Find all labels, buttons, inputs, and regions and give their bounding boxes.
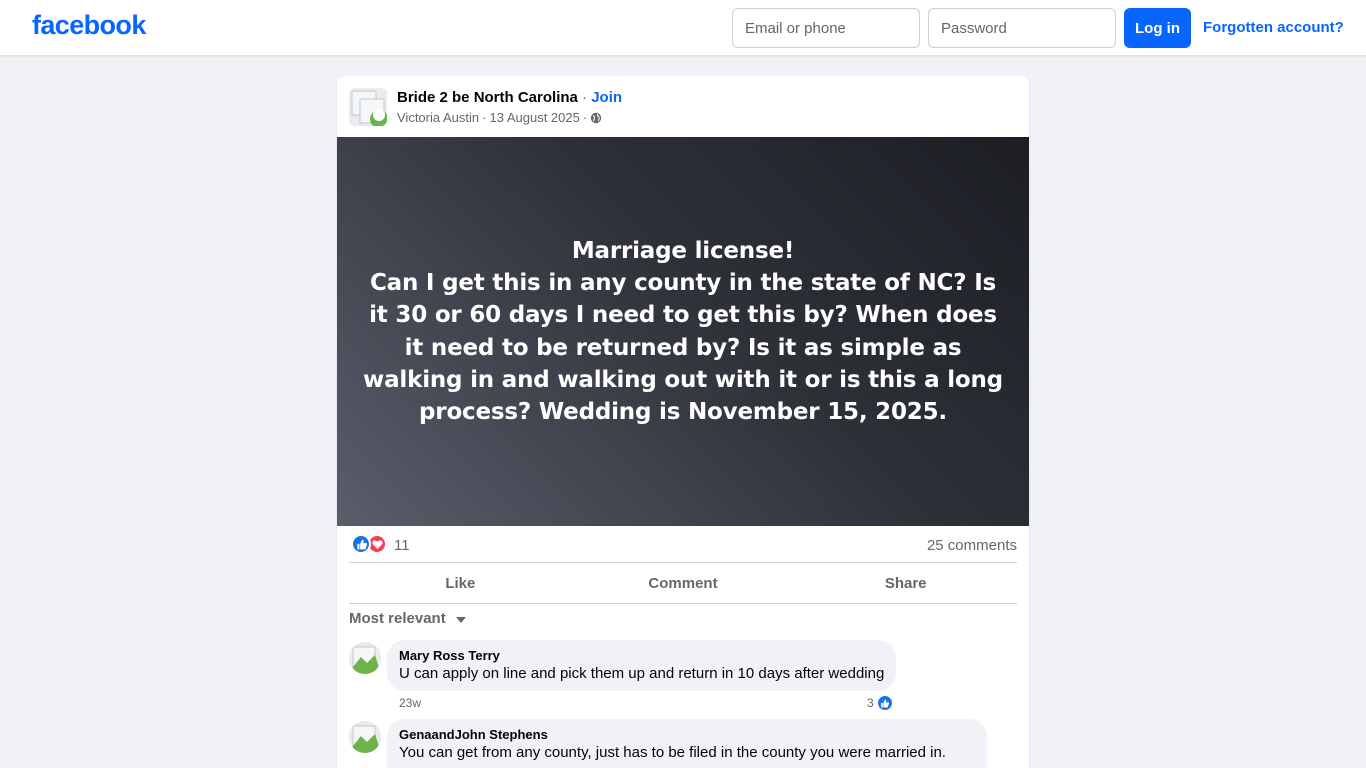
top-bar: facebook Log in Forgotten account?	[0, 0, 1366, 56]
email-field[interactable]	[732, 8, 920, 48]
image-placeholder-icon	[349, 721, 381, 753]
reactions-summary: 11 25 comments	[349, 534, 1017, 556]
comment-author[interactable]: GenaandJohn Stephens	[399, 727, 975, 743]
comment-like-number: 3	[867, 696, 874, 710]
comment-item: GenaandJohn Stephens You can get from an…	[349, 719, 1017, 768]
chevron-down-icon	[455, 616, 466, 623]
password-field[interactable]	[928, 8, 1116, 48]
comment-text: U can apply on line and pick them up and…	[399, 665, 885, 682]
image-placeholder-icon	[349, 88, 387, 126]
comment-text: You can get from any county, just has to…	[399, 744, 946, 761]
globe-icon	[590, 112, 602, 123]
comment-bubble: GenaandJohn Stephens You can get from an…	[387, 719, 987, 768]
separator-dot: ·	[582, 110, 588, 125]
share-button[interactable]: Share	[794, 563, 1017, 603]
post-card: Bride 2 be North Carolina · Join Victori…	[337, 76, 1029, 768]
commenter-avatar[interactable]	[349, 721, 381, 753]
comment-button[interactable]: Comment	[572, 563, 795, 603]
facebook-logo[interactable]: facebook	[32, 10, 146, 41]
post-date[interactable]: 13 August 2025	[489, 110, 579, 125]
like-button[interactable]: Like	[349, 563, 572, 603]
reaction-icons[interactable]	[351, 534, 387, 554]
post-text: Marriage license! Can I get this in any …	[363, 237, 1003, 426]
post-action-bar: Like Comment Share	[349, 562, 1017, 604]
sort-label: Most relevant	[349, 610, 446, 627]
comment-author[interactable]: Mary Ross Terry	[399, 648, 884, 664]
post-background: Marriage license! Can I get this in any …	[337, 137, 1029, 526]
comment-like-count[interactable]: 3	[867, 694, 894, 712]
log-in-button[interactable]: Log in	[1124, 8, 1191, 48]
comments-count[interactable]: 25 comments	[927, 537, 1017, 554]
group-avatar[interactable]	[349, 88, 387, 126]
comment-sort-dropdown[interactable]: Most relevant	[349, 610, 466, 627]
comment-bubble: Mary Ross Terry U can apply on line and …	[387, 640, 897, 691]
forgotten-account-link[interactable]: Forgotten account?	[1203, 19, 1344, 36]
commenter-avatar[interactable]	[349, 642, 381, 674]
reaction-count[interactable]: 11	[394, 537, 410, 554]
like-icon	[351, 534, 371, 554]
post-author[interactable]: Victoria Austin	[397, 110, 479, 125]
post-header-title: Bride 2 be North Carolina · Join	[397, 89, 622, 106]
join-link[interactable]: Join	[591, 89, 622, 106]
post-meta: Victoria Austin · 13 August 2025 ·	[397, 110, 602, 125]
separator-dot: ·	[482, 110, 487, 125]
separator-dot: ·	[577, 89, 592, 106]
comment-time[interactable]: 23w	[399, 696, 421, 710]
like-icon	[875, 694, 894, 712]
comment-item: Mary Ross Terry U can apply on line and …	[349, 640, 1017, 712]
group-name-link[interactable]: Bride 2 be North Carolina	[397, 89, 578, 106]
image-placeholder-icon	[349, 642, 381, 674]
